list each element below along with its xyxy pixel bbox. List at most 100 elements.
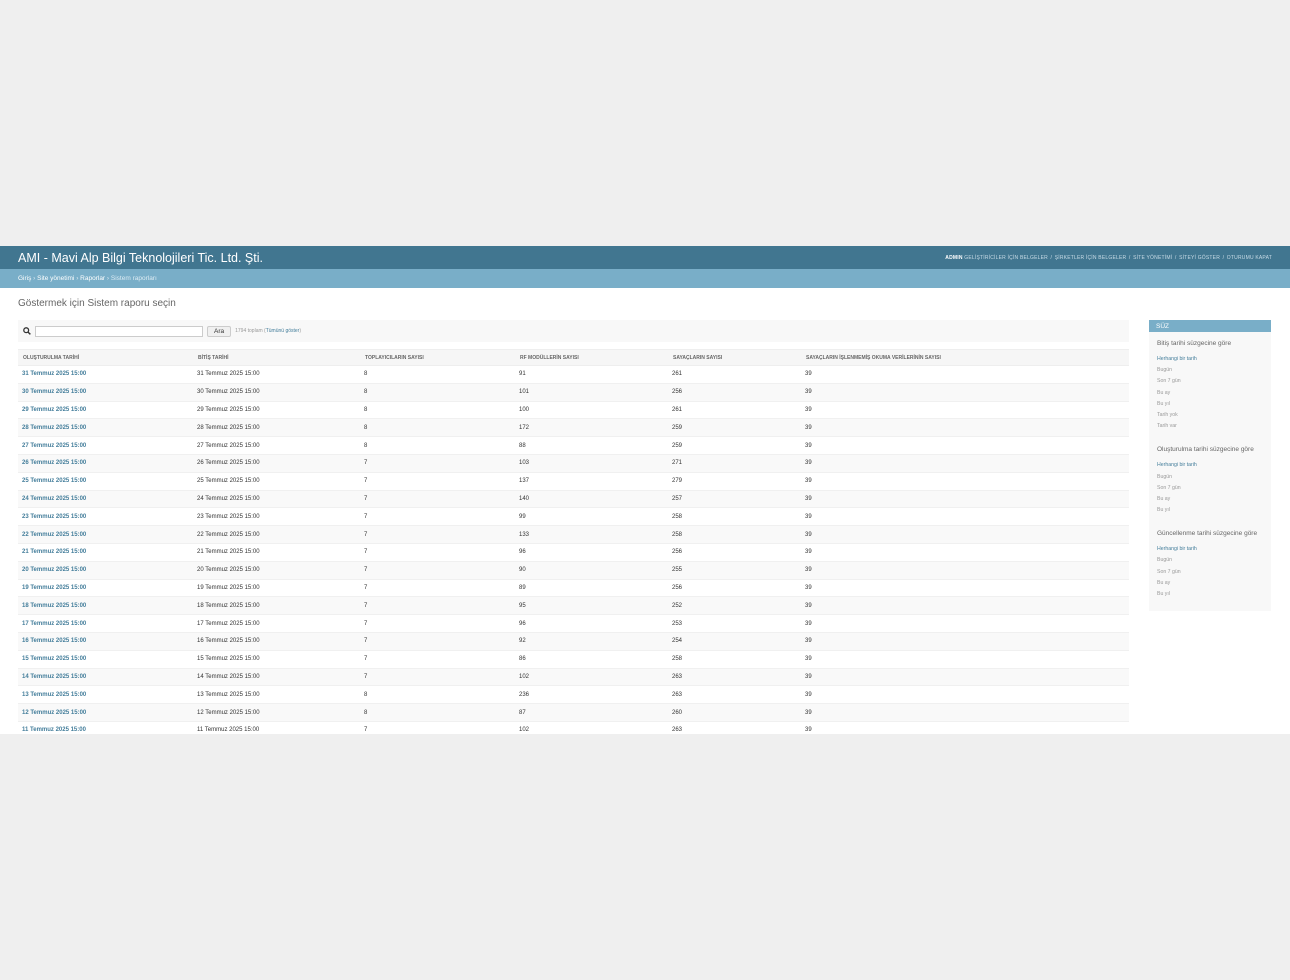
separator: / (1127, 254, 1133, 261)
row-link[interactable]: 15 Temmuz 2025 15:00 (22, 656, 86, 662)
row-link[interactable]: 24 Temmuz 2025 15:00 (22, 496, 86, 502)
cell-raw-readings: 39 (801, 472, 1129, 491)
row-link[interactable]: 28 Temmuz 2025 15:00 (22, 425, 86, 431)
cell-collectors: 7 (360, 614, 515, 633)
table-row: 11 Temmuz 2025 15:00 11 Temmuz 2025 15:00… (18, 721, 1129, 734)
breadcrumb-home[interactable]: Giriş (18, 275, 31, 282)
filter-options: Herhangi bir tarih Bugün Son 7 gün Bu ay Bu … (1157, 544, 1263, 600)
row-link[interactable]: 21 Temmuz 2025 15:00 (22, 549, 86, 555)
cell-raw-readings: 39 (801, 579, 1129, 598)
breadcrumb-reports[interactable]: Raporlar (80, 275, 105, 282)
logout-link[interactable]: OTURUMU KAPAT (1227, 255, 1272, 261)
cell-meters: 263 (668, 668, 801, 687)
cell-collectors: 7 (360, 721, 515, 734)
row-link[interactable]: 14 Temmuz 2025 15:00 (22, 674, 86, 680)
cell-raw-readings: 39 (801, 543, 1129, 562)
cell-rf-modules: 172 (515, 418, 668, 438)
cell-end-date: 24 Temmuz 2025 15:00 (193, 490, 360, 509)
table-row: 22 Temmuz 2025 15:00 22 Temmuz 2025 15:00… (18, 525, 1129, 544)
row-link[interactable]: 13 Temmuz 2025 15:00 (22, 692, 86, 698)
filter-group: Güncellenme tarihi süzgecine göre Herhang… (1149, 530, 1271, 600)
cell-end-date: 13 Temmuz 2025 15:00 (193, 685, 360, 705)
search-button[interactable]: Ara (207, 325, 232, 337)
filter-option[interactable]: Bu ay (1157, 494, 1263, 505)
row-link[interactable]: 16 Temmuz 2025 15:00 (22, 638, 86, 644)
filter-option[interactable]: Bugün (1157, 472, 1263, 483)
row-link[interactable]: 22 Temmuz 2025 15:00 (22, 532, 86, 538)
filter-option[interactable]: Bugün (1157, 555, 1263, 566)
row-link[interactable]: 27 Temmuz 2025 15:00 (22, 443, 86, 449)
filter-option[interactable]: Son 7 gün (1157, 376, 1263, 387)
row-link[interactable]: 20 Temmuz 2025 15:00 (22, 567, 86, 573)
row-link[interactable]: 26 Temmuz 2025 15:00 (22, 460, 86, 466)
cell-rf-modules: 133 (515, 525, 668, 544)
cell-created: 16 Temmuz 2025 15:00 (18, 632, 193, 651)
column-rf-modules[interactable]: RF MODÜLLERİN SAYISI (515, 349, 668, 366)
filter-option[interactable]: Herhangi bir tarih (1157, 460, 1263, 471)
column-meters[interactable]: SAYAÇLARIN SAYISI (668, 349, 801, 366)
column-raw-readings[interactable]: SAYAÇLARIN İŞLENMEMİŞ OKUMA VERİLERİNİN … (801, 349, 1129, 366)
site-title[interactable]: AMI - Mavi Alp Bilgi Teknolojileri Tic. … (18, 251, 263, 265)
row-link[interactable]: 31 Temmuz 2025 15:00 (22, 371, 86, 377)
filter-option[interactable]: Tarih var (1157, 421, 1263, 432)
breadcrumb-site-admin[interactable]: Site yönetimi (37, 275, 74, 282)
column-collectors[interactable]: TOPLAYICILARIN SAYISI (360, 349, 515, 366)
cell-end-date: 19 Temmuz 2025 15:00 (193, 579, 360, 598)
docs-companies-link[interactable]: ŞİRKETLER İÇİN BELGELER (1055, 255, 1127, 261)
cell-collectors: 8 (360, 685, 515, 705)
view-site-link[interactable]: SİTEYİ GÖSTER (1179, 255, 1220, 261)
filter-option[interactable]: Herhangi bir tarih (1157, 544, 1263, 555)
filter-group-title: Oluşturulma tarihi süzgecine göre (1157, 446, 1254, 454)
site-admin-link[interactable]: SİTE YÖNETİMİ (1133, 255, 1172, 261)
row-link[interactable]: 30 Temmuz 2025 15:00 (22, 389, 86, 395)
table-row: 14 Temmuz 2025 15:00 14 Temmuz 2025 15:00… (18, 668, 1129, 687)
filter-option[interactable]: Tarih yok (1157, 410, 1263, 421)
column-created[interactable]: OLUŞTURULMA TARİHİ (18, 349, 193, 366)
cell-end-date: 26 Temmuz 2025 15:00 (193, 454, 360, 473)
row-link[interactable]: 12 Temmuz 2025 15:00 (22, 710, 86, 716)
search-input[interactable] (35, 325, 203, 337)
changelist: Ara 1794 toplam (Tümünü göster) OLUŞTURU… (18, 320, 1129, 734)
cell-rf-modules: 89 (515, 579, 668, 598)
filter-option[interactable]: Son 7 gün (1157, 483, 1263, 494)
cell-end-date: 29 Temmuz 2025 15:00 (193, 401, 360, 420)
header: AMI - Mavi Alp Bilgi Teknolojileri Tic. … (0, 246, 1290, 269)
cell-created: 14 Temmuz 2025 15:00 (18, 668, 193, 687)
row-link[interactable]: 25 Temmuz 2025 15:00 (22, 478, 86, 484)
row-link[interactable]: 23 Temmuz 2025 15:00 (22, 514, 86, 520)
row-link[interactable]: 19 Temmuz 2025 15:00 (22, 585, 86, 591)
row-link[interactable]: 17 Temmuz 2025 15:00 (22, 621, 86, 627)
filter-option[interactable]: Bugün (1157, 365, 1263, 376)
cell-meters: 263 (668, 721, 801, 734)
separator: / (1173, 254, 1179, 261)
search-icon (23, 327, 31, 335)
cell-raw-readings: 39 (801, 685, 1129, 705)
row-link[interactable]: 11 Temmuz 2025 15:00 (22, 727, 86, 733)
cell-collectors: 7 (360, 507, 515, 527)
cell-created: 23 Temmuz 2025 15:00 (18, 507, 193, 527)
filter-option[interactable]: Bu yıl (1157, 399, 1263, 410)
filter-option[interactable]: Bu yıl (1157, 505, 1263, 516)
filter-option[interactable]: Bu yıl (1157, 589, 1263, 600)
docs-developers-link[interactable]: GELİŞTİRİCİLER İÇİN BELGELER (964, 255, 1048, 261)
cell-created: 21 Temmuz 2025 15:00 (18, 543, 193, 562)
cell-created: 13 Temmuz 2025 15:00 (18, 685, 193, 705)
breadcrumb: Giriş › Site yönetimi › Raporlar › Siste… (0, 269, 1290, 288)
row-link[interactable]: 18 Temmuz 2025 15:00 (22, 603, 86, 609)
filter-option[interactable]: Son 7 gün (1157, 567, 1263, 578)
cell-created: 29 Temmuz 2025 15:00 (18, 401, 193, 420)
cell-end-date: 20 Temmuz 2025 15:00 (193, 561, 360, 580)
cell-raw-readings: 39 (801, 490, 1129, 509)
cell-collectors: 7 (360, 650, 515, 669)
show-all-link[interactable]: Tümünü göster (266, 328, 300, 334)
table-row: 30 Temmuz 2025 15:00 30 Temmuz 2025 15:00… (18, 383, 1129, 402)
filter-option[interactable]: Bu ay (1157, 578, 1263, 589)
column-end-date[interactable]: BİTİŞ TARİHİ (193, 349, 360, 366)
row-link[interactable]: 29 Temmuz 2025 15:00 (22, 407, 86, 413)
cell-created: 17 Temmuz 2025 15:00 (18, 614, 193, 633)
cell-created: 15 Temmuz 2025 15:00 (18, 650, 193, 669)
cell-end-date: 27 Temmuz 2025 15:00 (193, 436, 360, 455)
filter-option[interactable]: Herhangi bir tarih (1157, 354, 1263, 365)
filter-option[interactable]: Bu ay (1157, 388, 1263, 399)
cell-collectors: 8 (360, 436, 515, 455)
